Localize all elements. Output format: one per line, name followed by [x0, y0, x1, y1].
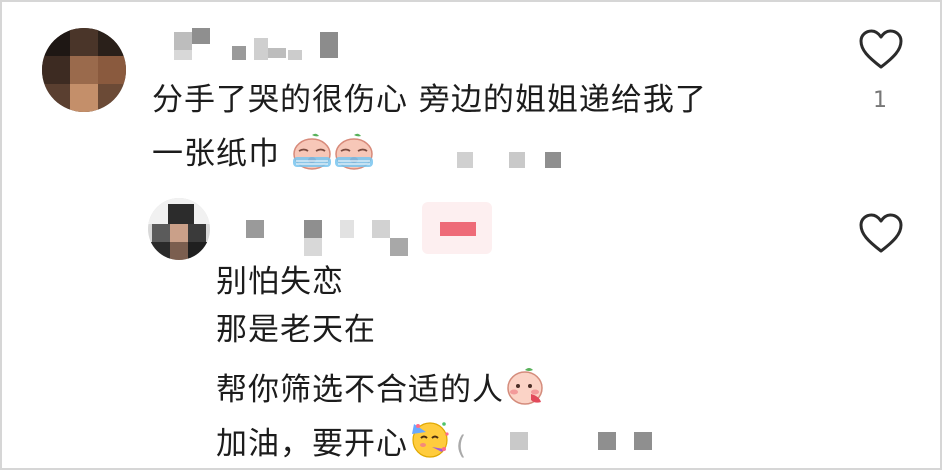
blush-peach-emoji — [504, 364, 546, 414]
party-face-emoji — [408, 416, 452, 468]
commenter-name-redacted[interactable] — [174, 28, 344, 64]
replier-avatar[interactable] — [148, 198, 210, 260]
reply-text-line-2: 那是老天在 — [216, 312, 376, 348]
like-count: 1 — [873, 88, 887, 113]
comment-text-line-2: 一张纸巾 — [152, 130, 375, 178]
trailing-glyph: ( — [456, 431, 468, 461]
crying-face-emoji — [291, 130, 333, 178]
reply-text-line-3: 帮你筛选不合适的人 — [216, 364, 546, 414]
commenter-avatar[interactable] — [42, 28, 126, 112]
crying-face-emoji — [333, 130, 375, 178]
reply-text: 那是老天在 — [216, 312, 376, 348]
author-badge-redacted — [422, 202, 492, 254]
comments-panel: 分手了哭的很伤心 旁边的姐姐递给我了 一张纸巾 1 别怕失恋 那是老天在 帮你筛… — [0, 0, 942, 470]
reply-text: 帮你筛选不合适的人 — [216, 372, 504, 408]
reply-text: 加油，要开心 — [216, 426, 408, 462]
reply-text-line-4: 加油，要开心 ( — [216, 416, 467, 468]
comment-text: 分手了哭的很伤心 旁边的姐姐递给我了 — [152, 82, 707, 118]
reply-text-line-1: 别怕失恋 — [216, 264, 344, 300]
comment-meta-redacted — [457, 150, 567, 172]
comment-text: 一张纸巾 — [152, 136, 280, 172]
like-heart-icon[interactable] — [858, 212, 904, 254]
reply-meta-redacted — [510, 430, 660, 452]
reply-text: 别怕失恋 — [216, 264, 344, 300]
comment-text-line-1: 分手了哭的很伤心 旁边的姐姐递给我了 — [152, 82, 707, 118]
like-heart-icon[interactable] — [858, 28, 904, 70]
replier-name-redacted[interactable] — [246, 220, 416, 258]
